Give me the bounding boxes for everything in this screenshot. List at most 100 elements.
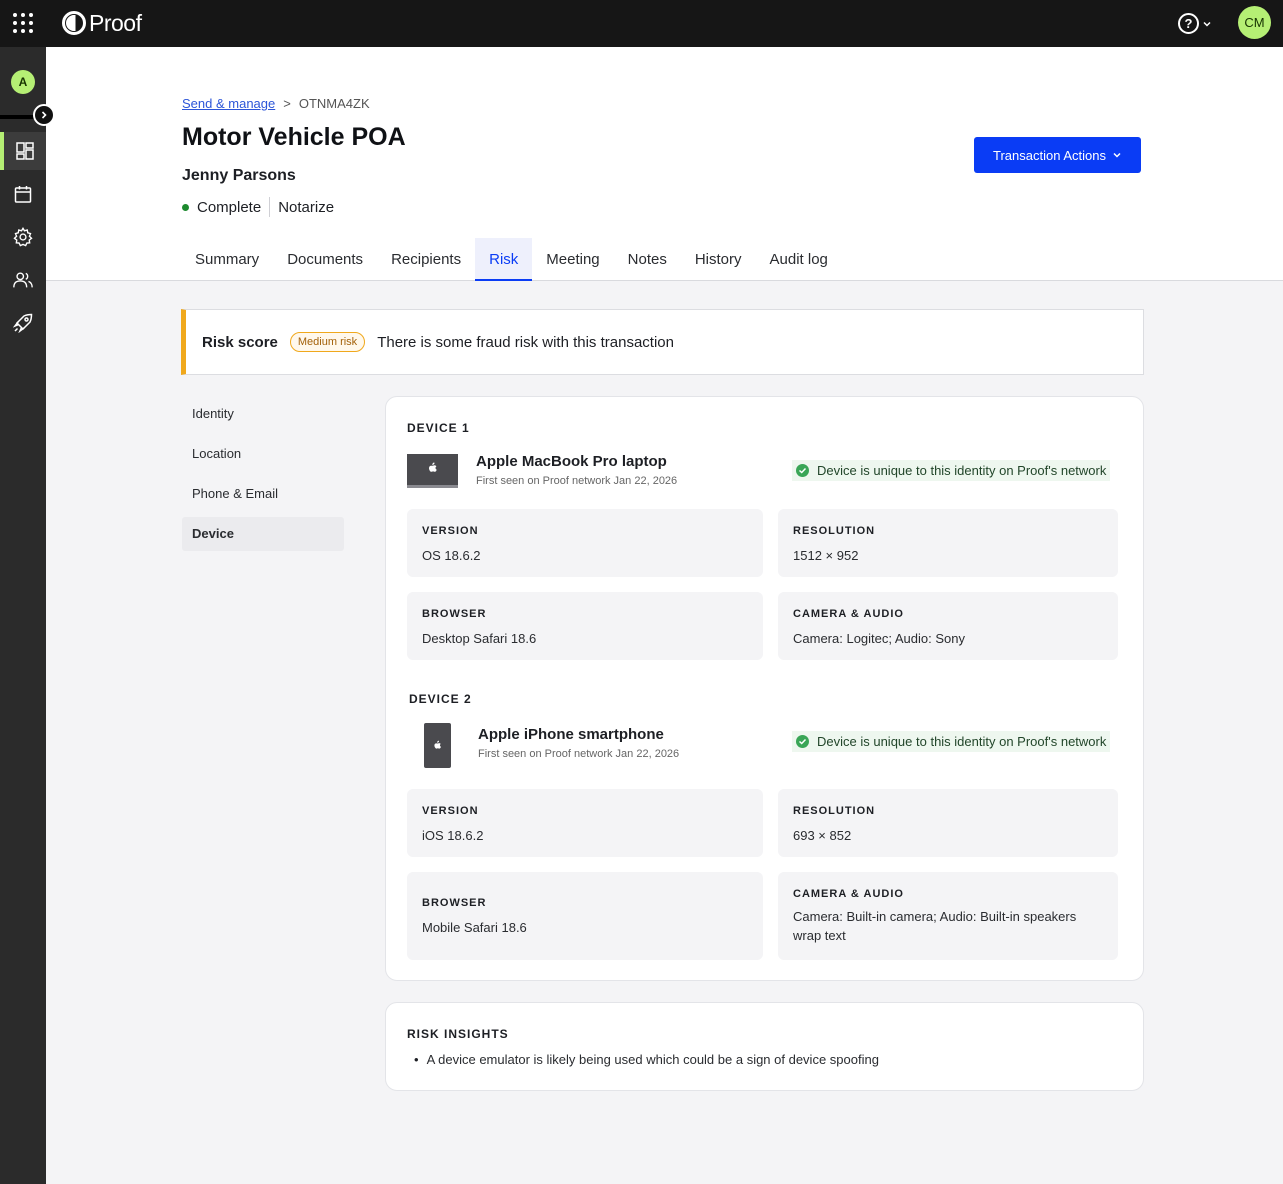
device-1-name: Apple MacBook Pro laptop — [476, 453, 667, 470]
device-1-camera-value: Camera: Logitec; Audio: Sony — [793, 631, 965, 646]
device-2-version-label: VERSION — [422, 805, 479, 817]
device-1-version-value: OS 18.6.2 — [422, 548, 481, 563]
device-1-version-box: VERSION OS 18.6.2 — [407, 509, 763, 577]
risk-insights-heading: RISK INSIGHTS — [407, 1027, 509, 1041]
list-item: A device emulator is likely being used w… — [414, 1052, 879, 1067]
risk-level-badge: Medium risk — [289, 332, 366, 352]
subnav-item-device[interactable]: Device — [182, 517, 344, 551]
signer-name: Jenny Parsons — [182, 167, 296, 184]
transaction-actions-button[interactable]: Transaction Actions — [974, 137, 1141, 173]
org-avatar[interactable]: A — [11, 70, 35, 94]
help-menu-button[interactable]: ? — [1178, 13, 1212, 34]
top-bar: Proof ? CM — [0, 0, 1283, 47]
risk-insights-card: RISK INSIGHTS A device emulator is likel… — [385, 1002, 1144, 1091]
device-1-unique-badge: Device is unique to this identity on Pro… — [792, 460, 1111, 481]
tab-recipients[interactable]: Recipients — [377, 238, 475, 281]
device-1-camera-box: CAMERA & AUDIO Camera: Logitec; Audio: S… — [778, 592, 1118, 660]
device-2-resolution-box: RESOLUTION 693 × 852 — [778, 789, 1118, 857]
device-1-browser-value: Desktop Safari 18.6 — [422, 631, 537, 646]
device-1-browser-label: BROWSER — [422, 608, 487, 620]
device-1-text: Apple MacBook Pro laptop First seen on P… — [476, 453, 677, 487]
breadcrumb-send-manage-link[interactable]: Send & manage — [182, 96, 275, 111]
device-2-text: Apple iPhone smartphone First seen on Pr… — [478, 726, 679, 760]
sidebar-item-dashboard[interactable] — [0, 132, 46, 170]
main-content: Send & manage > OTNMA4ZK Motor Vehicle P… — [46, 47, 1283, 1184]
risk-subnav: Identity Location Phone & Email Device — [182, 397, 344, 557]
breadcrumb-separator: > — [283, 96, 291, 111]
sidebar-item-calendar[interactable] — [0, 175, 46, 213]
brand-name: Proof — [89, 9, 142, 36]
device-2-version-box: VERSION iOS 18.6.2 — [407, 789, 763, 857]
risk-insights-list: A device emulator is likely being used w… — [414, 1052, 879, 1067]
smartphone-icon — [424, 723, 451, 768]
tab-summary[interactable]: Summary — [181, 238, 273, 281]
tab-history[interactable]: History — [681, 238, 756, 281]
device-2-header: Apple iPhone smartphone First seen on Pr… — [424, 723, 679, 768]
device-1-heading: DEVICE 1 — [407, 421, 470, 435]
sidebar-item-users[interactable] — [0, 261, 46, 299]
check-circle-icon — [796, 735, 809, 748]
subnav-item-identity[interactable]: Identity — [182, 397, 344, 431]
tab-audit-log[interactable]: Audit log — [756, 238, 842, 281]
device-1-camera-label: CAMERA & AUDIO — [793, 608, 904, 620]
users-icon — [13, 272, 33, 288]
breadcrumb: Send & manage > OTNMA4ZK — [182, 96, 370, 111]
rocket-icon — [13, 313, 33, 333]
transaction-type: Notarize — [278, 198, 335, 216]
device-2-browser-box: BROWSER Mobile Safari 18.6 — [407, 872, 763, 960]
breadcrumb-current: OTNMA4ZK — [298, 96, 370, 111]
user-avatar[interactable]: CM — [1238, 6, 1271, 39]
device-2-first-seen: First seen on Proof network Jan 22, 2026 — [478, 748, 680, 760]
dashboard-icon — [16, 142, 34, 160]
subnav-item-location[interactable]: Location — [182, 437, 344, 471]
device-1-resolution-box: RESOLUTION 1512 × 952 — [778, 509, 1118, 577]
chevron-down-icon — [1113, 152, 1121, 158]
device-2-name: Apple iPhone smartphone — [478, 726, 664, 743]
laptop-icon — [407, 454, 458, 488]
device-2-browser-value: Mobile Safari 18.6 — [422, 920, 527, 935]
expand-sidebar-button[interactable] — [33, 104, 55, 126]
device-1-version-label: VERSION — [422, 525, 479, 537]
subnav-item-phone-email[interactable]: Phone & Email — [182, 477, 344, 511]
proof-logo[interactable]: Proof — [62, 9, 142, 37]
device-1-unique-text: Device is unique to this identity on Pro… — [817, 463, 1107, 478]
tab-notes[interactable]: Notes — [614, 238, 681, 281]
risk-score-label: Risk score — [202, 333, 278, 351]
device-1-resolution-value: 1512 × 952 — [793, 548, 859, 563]
help-icon: ? — [1178, 13, 1199, 34]
status-dot-icon — [182, 203, 189, 211]
status-text: Complete — [197, 198, 262, 216]
device-2-resolution-label: RESOLUTION — [793, 805, 876, 817]
device-2-camera-value: Camera: Built-in camera; Audio: Built-in… — [793, 909, 1077, 943]
risk-score-banner: Risk score Medium risk There is some fra… — [181, 309, 1144, 375]
device-1-header: Apple MacBook Pro laptop First seen on P… — [407, 453, 677, 491]
page-title: Motor Vehicle POA — [182, 123, 406, 151]
device-1-resolution-label: RESOLUTION — [793, 525, 876, 537]
device-2-unique-badge: Device is unique to this identity on Pro… — [792, 731, 1111, 752]
tab-documents[interactable]: Documents — [273, 238, 377, 281]
gear-icon — [13, 226, 33, 247]
device-1-browser-box: BROWSER Desktop Safari 18.6 — [407, 592, 763, 660]
risk-message: There is some fraud risk with this trans… — [377, 333, 674, 351]
device-2-browser-label: BROWSER — [422, 897, 487, 909]
sidebar-item-launch[interactable] — [0, 304, 46, 342]
status-divider — [269, 197, 271, 217]
chevron-down-icon — [1203, 21, 1211, 27]
proof-logo-icon — [62, 11, 86, 35]
calendar-icon — [14, 186, 32, 203]
transaction-actions-label: Transaction Actions — [993, 147, 1106, 163]
device-1-first-seen: First seen on Proof network Jan 22, 2026 — [476, 475, 678, 487]
tab-meeting[interactable]: Meeting — [532, 238, 613, 281]
device-2-unique-text: Device is unique to this identity on Pro… — [817, 734, 1107, 749]
sidebar-item-settings[interactable] — [0, 218, 46, 256]
tabs: Summary Documents Recipients Risk Meetin… — [181, 238, 842, 281]
device-2-version-value: iOS 18.6.2 — [422, 828, 484, 843]
transaction-header: Send & manage > OTNMA4ZK Motor Vehicle P… — [46, 47, 1283, 281]
device-2-heading: DEVICE 2 — [409, 692, 472, 706]
device-2-camera-label: CAMERA & AUDIO — [793, 888, 904, 900]
device-2-camera-box: CAMERA & AUDIO Camera: Built-in camera; … — [778, 872, 1118, 960]
status-row: Complete Notarize — [182, 197, 334, 217]
apps-grid-icon[interactable] — [10, 10, 36, 36]
check-circle-icon — [796, 464, 809, 477]
tab-risk[interactable]: Risk — [475, 238, 533, 281]
